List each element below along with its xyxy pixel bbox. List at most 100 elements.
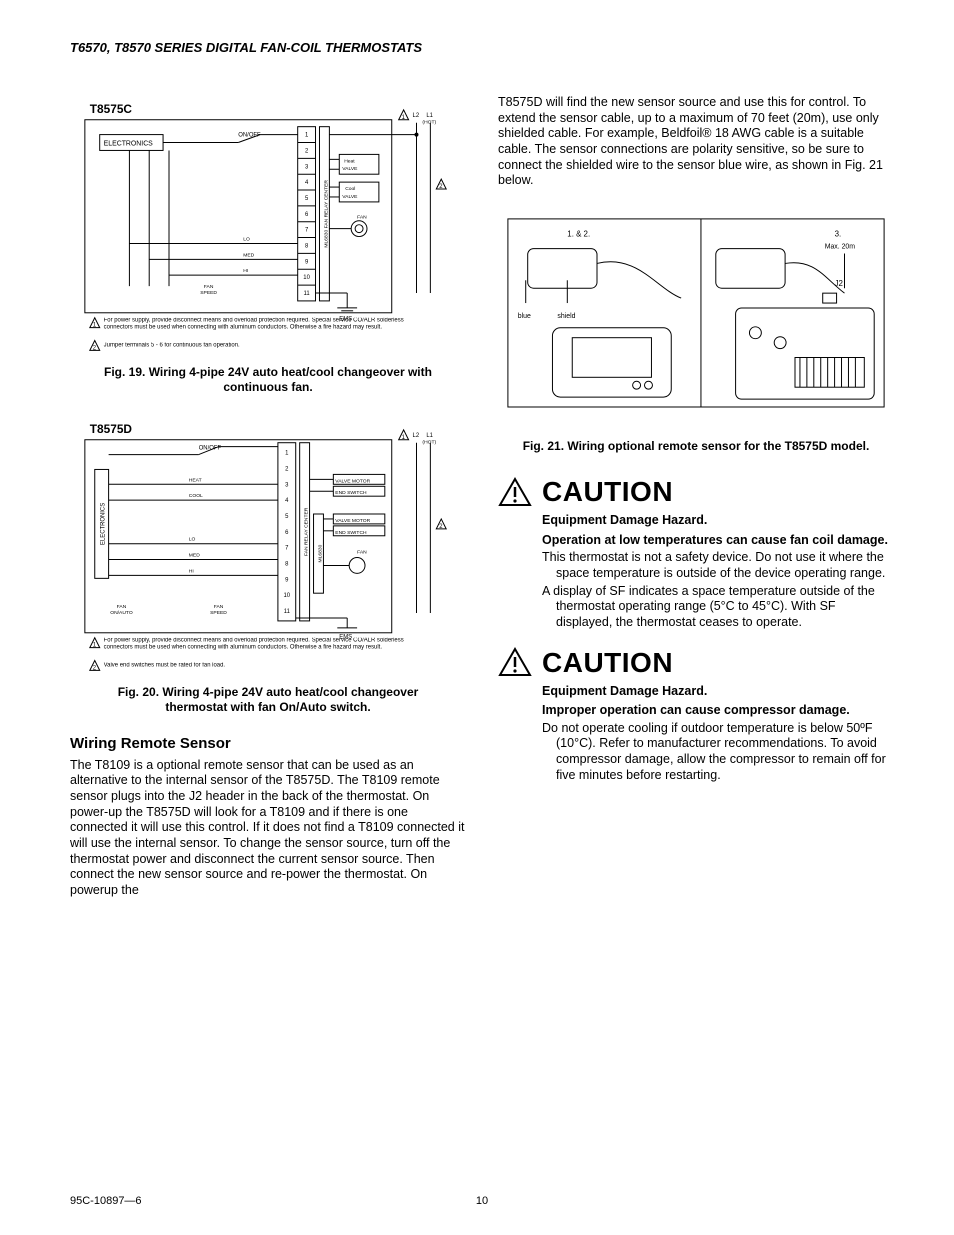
svg-text:FAN: FAN <box>214 604 224 610</box>
svg-text:2: 2 <box>93 665 96 671</box>
svg-text:L1: L1 <box>426 433 433 439</box>
footer-page-number: 10 <box>476 1195 488 1207</box>
svg-text:4: 4 <box>285 498 289 504</box>
svg-text:SPEED: SPEED <box>210 610 227 616</box>
svg-text:SPEED: SPEED <box>200 290 217 296</box>
svg-text:VALVE: VALVE <box>342 194 358 200</box>
svg-text:LO: LO <box>189 537 196 543</box>
svg-text:(HOT): (HOT) <box>422 120 436 126</box>
svg-text:1: 1 <box>305 133 308 139</box>
svg-text:1. & 2.: 1. & 2. <box>567 229 590 238</box>
right-column: T8575D will find the new sensor source a… <box>498 95 894 908</box>
svg-text:10: 10 <box>303 275 310 281</box>
svg-text:2: 2 <box>439 184 442 190</box>
svg-text:END SWITCH: END SWITCH <box>335 490 367 496</box>
svg-text:2: 2 <box>93 345 96 351</box>
svg-text:7: 7 <box>285 546 288 552</box>
warning-triangle-icon: 2 <box>436 179 446 190</box>
svg-text:1: 1 <box>285 451 288 457</box>
fig20-svg: T8575D ELECTRONICS ON/OFF HEAT COOL <box>70 415 466 672</box>
svg-text:Cool: Cool <box>345 186 355 192</box>
fig21-svg: 1. & 2. 3. Max. 20m blue shield J2 <box>498 209 894 427</box>
svg-text:MED: MED <box>189 553 200 559</box>
svg-text:8: 8 <box>285 561 289 567</box>
svg-text:L2: L2 <box>413 113 420 119</box>
svg-text:COOL: COOL <box>189 493 203 499</box>
svg-text:1: 1 <box>402 435 405 441</box>
svg-text:6: 6 <box>305 212 309 218</box>
svg-text:4: 4 <box>305 180 309 186</box>
svg-text:2: 2 <box>439 524 442 530</box>
svg-text:ELECTRONICS: ELECTRONICS <box>104 140 154 147</box>
svg-text:FAN: FAN <box>357 215 367 221</box>
svg-text:1: 1 <box>93 323 96 329</box>
svg-text:Max. 20m: Max. 20m <box>825 243 856 250</box>
caution-body-2a: Do not operate cooling if outdoor temper… <box>542 721 894 784</box>
svg-text:1: 1 <box>93 643 96 649</box>
warning-triangle-icon: 1 <box>399 110 409 121</box>
fig20-caption: Fig. 20. Wiring 4-pipe 24V auto heat/coo… <box>90 685 446 715</box>
svg-text:FAN RELAY CENTER: FAN RELAY CENTER <box>304 507 310 556</box>
caution-heading: CAUTION <box>498 645 894 680</box>
svg-text:9: 9 <box>305 259 309 265</box>
svg-text:8: 8 <box>305 243 309 249</box>
left-column: T8575C ELECTRONICS ON/OFF <box>70 95 466 908</box>
svg-text:3: 3 <box>285 482 289 488</box>
svg-text:11: 11 <box>304 291 310 297</box>
svg-text:5: 5 <box>285 514 289 520</box>
caution-heading: CAUTION <box>498 474 894 509</box>
svg-text:2: 2 <box>285 466 288 472</box>
caution-body-1b: A display of SF indicates a space temper… <box>542 584 894 631</box>
svg-text:L2: L2 <box>413 433 420 439</box>
continuation-paragraph: T8575D will find the new sensor source a… <box>498 95 894 189</box>
fig21-caption: Fig. 21. Wiring optional remote sensor f… <box>518 439 874 454</box>
svg-text:VALVE MOTOR: VALVE MOTOR <box>335 518 370 524</box>
fig19-svg: T8575C ELECTRONICS ON/OFF <box>70 95 466 352</box>
warning-triangle-icon: 1 <box>399 430 409 441</box>
svg-text:J2: J2 <box>835 279 843 288</box>
svg-text:HEAT: HEAT <box>189 477 202 483</box>
svg-text:5: 5 <box>305 196 309 202</box>
svg-text:blue: blue <box>518 313 531 320</box>
svg-text:ELECTRONICS: ELECTRONICS <box>101 503 107 545</box>
svg-text:T8575C: T8575C <box>90 102 133 116</box>
svg-text:9: 9 <box>285 577 289 583</box>
svg-text:L1: L1 <box>426 113 433 119</box>
svg-text:7: 7 <box>305 228 308 234</box>
fig19-caption: Fig. 19. Wiring 4-pipe 24V auto heat/coo… <box>90 365 446 395</box>
svg-text:3.: 3. <box>835 229 842 238</box>
svg-text:VALVE: VALVE <box>342 166 358 172</box>
caution-block-2: CAUTION Equipment Damage Hazard. Imprope… <box>498 645 894 784</box>
svg-text:ON/AUTO: ON/AUTO <box>110 610 133 616</box>
caution-body-1a: This thermostat is not a safety device. … <box>542 550 894 581</box>
svg-text:ML6830: ML6830 <box>317 544 323 562</box>
svg-text:Heat: Heat <box>344 158 355 164</box>
svg-text:T8575D: T8575D <box>90 422 133 436</box>
svg-text:11: 11 <box>284 609 290 615</box>
page-footer: 95C-10897—6 10 <box>70 1195 894 1207</box>
fig19-schematic: T8575C ELECTRONICS ON/OFF <box>70 95 466 357</box>
svg-text:ML6830 FAN RELAY CENTER: ML6830 FAN RELAY CENTER <box>323 180 329 248</box>
svg-text:FAN: FAN <box>357 550 367 556</box>
caution-block-1: CAUTION Equipment Damage Hazard. Operati… <box>498 474 894 630</box>
caution-subhead-2b: Improper operation can cause compressor … <box>542 703 894 719</box>
svg-text:3: 3 <box>305 164 309 170</box>
caution-word: CAUTION <box>542 645 673 680</box>
svg-text:FAN: FAN <box>204 284 214 290</box>
svg-text:HI: HI <box>189 568 194 574</box>
footer-doc-number: 95C-10897—6 <box>70 1195 142 1207</box>
wiring-remote-sensor-heading: Wiring Remote Sensor <box>70 735 466 754</box>
svg-text:2: 2 <box>305 148 308 154</box>
svg-text:1: 1 <box>402 115 405 121</box>
caution-word: CAUTION <box>542 474 673 509</box>
svg-text:END SWITCH: END SWITCH <box>335 530 367 536</box>
warning-triangle-icon <box>498 477 532 507</box>
two-column-layout: T8575C ELECTRONICS ON/OFF <box>70 95 894 908</box>
caution-subhead-2a: Equipment Damage Hazard. <box>542 684 894 700</box>
svg-text:HI: HI <box>243 268 248 274</box>
svg-text:FAN: FAN <box>117 604 127 610</box>
warning-triangle-icon <box>498 647 532 677</box>
svg-text:shield: shield <box>557 313 575 320</box>
caution-subhead-1a: Equipment Damage Hazard. <box>542 513 894 529</box>
svg-text:(HOT): (HOT) <box>422 440 436 446</box>
